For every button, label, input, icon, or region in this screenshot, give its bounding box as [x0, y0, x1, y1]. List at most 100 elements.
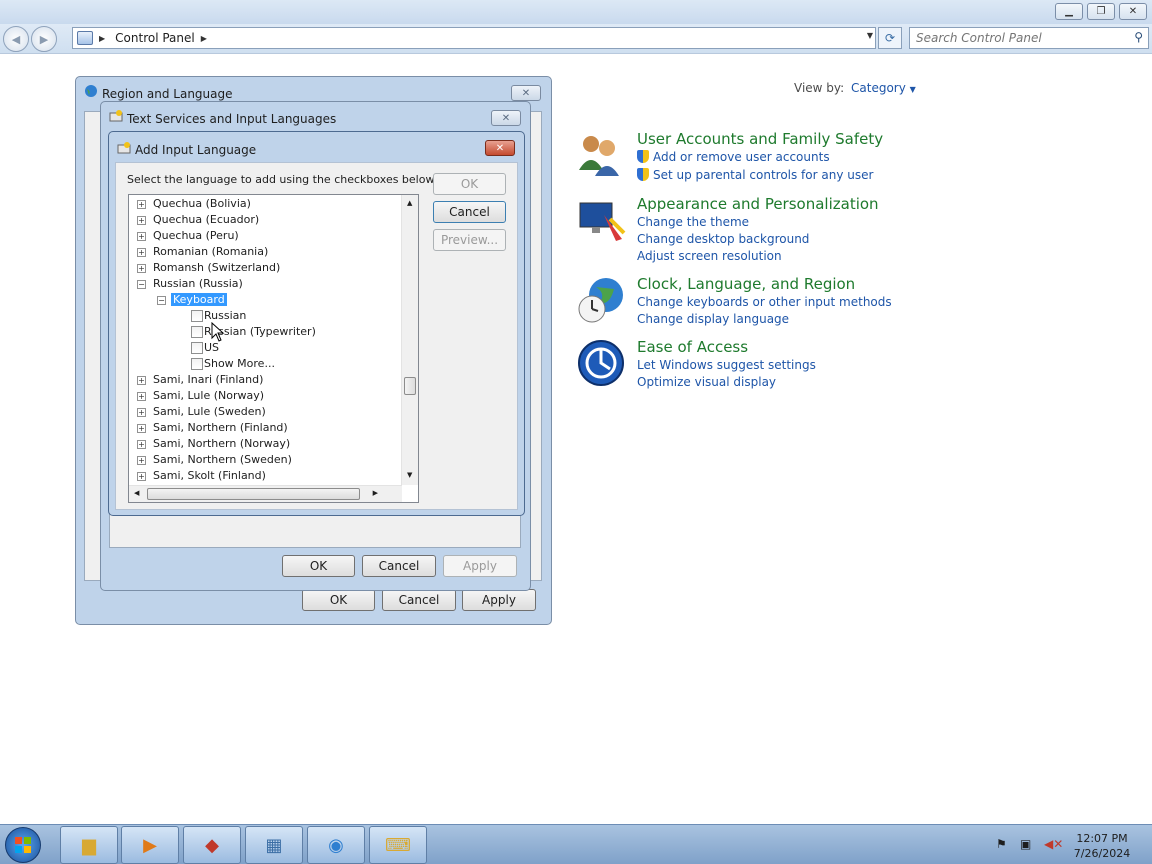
refresh-button[interactable]: ⟳ — [878, 27, 902, 49]
vertical-scrollbar[interactable]: ▲ ▼ — [401, 195, 418, 485]
tree-item[interactable]: + Sami, Lule (Norway) — [137, 388, 264, 404]
tree-item[interactable]: + Quechua (Ecuador) — [137, 212, 259, 228]
dialog-close-button[interactable]: ✕ — [485, 140, 515, 156]
scroll-down-icon[interactable]: ▼ — [407, 471, 412, 479]
expand-icon[interactable]: + — [137, 472, 146, 481]
cancel-button[interactable]: Cancel — [433, 201, 506, 223]
expand-icon[interactable]: + — [137, 424, 146, 433]
search-box[interactable]: ⚲ — [909, 27, 1149, 49]
tree-item[interactable]: + Sami, Northern (Finland) — [137, 420, 288, 436]
close-button[interactable]: ✕ — [1119, 3, 1147, 20]
language-tree[interactable]: + Quechua (Bolivia) + Quechua (Ecuador) + Q… — [128, 194, 419, 503]
tree-item[interactable]: + Romansh (Switzerland) — [137, 260, 280, 276]
apply-button[interactable]: Apply — [462, 589, 536, 611]
preview-button[interactable]: Preview... — [433, 229, 506, 251]
dialog-close-button[interactable]: ✕ — [511, 85, 541, 101]
volume-muted-icon[interactable]: ◀✕ — [1044, 837, 1063, 851]
action-center-flag-icon[interactable]: ⚑ — [996, 837, 1007, 851]
horizontal-scrollbar[interactable]: ◀ ▶ — [129, 485, 402, 502]
tree-item[interactable]: + Sami, Lule (Sweden) — [137, 404, 266, 420]
category-link[interactable]: Adjust screen resolution — [637, 249, 782, 263]
tree-item[interactable]: + Quechua (Bolivia) — [137, 196, 251, 212]
category-link[interactable]: Change keyboards or other input methods — [637, 295, 892, 309]
minimize-button[interactable]: ▁ — [1055, 3, 1083, 20]
checkbox[interactable] — [191, 358, 203, 370]
dialog-close-button[interactable]: ✕ — [491, 110, 521, 126]
tree-item[interactable]: + Quechua (Peru) — [137, 228, 239, 244]
expand-icon[interactable]: + — [137, 408, 146, 417]
address-dropdown-icon[interactable]: ▼ — [867, 31, 873, 40]
breadcrumb-arrow-icon[interactable]: ▶ — [99, 34, 105, 43]
tree-item[interactable]: + Sami, Inari (Finland) — [137, 372, 263, 388]
expand-icon[interactable]: + — [137, 392, 146, 401]
ok-button[interactable]: OK — [302, 589, 375, 611]
back-button[interactable]: ◀ — [3, 26, 29, 52]
scroll-left-icon[interactable]: ◀ — [134, 489, 139, 497]
view-by-dropdown[interactable]: Category ▼ — [851, 81, 916, 95]
address-bar[interactable]: ▶ Control Panel ▶ ▼ — [72, 27, 876, 49]
category-link[interactable]: Change the theme — [637, 215, 749, 229]
expand-icon[interactable]: + — [137, 200, 146, 209]
category-title[interactable]: User Accounts and Family Safety — [637, 130, 883, 148]
breadcrumb-control-panel[interactable]: Control Panel — [115, 31, 195, 45]
taskbar-media-player[interactable]: ▶ — [121, 826, 179, 864]
forward-button[interactable]: ▶ — [31, 26, 57, 52]
expand-icon[interactable]: + — [137, 376, 146, 385]
taskbar-explorer[interactable]: ▆ — [60, 826, 118, 864]
category-link[interactable]: Change display language — [637, 312, 789, 326]
taskbar-region-globe[interactable]: ◉ — [307, 826, 365, 864]
scroll-up-icon[interactable]: ▲ — [407, 199, 412, 207]
users-icon[interactable] — [576, 130, 626, 180]
expand-icon[interactable]: + — [137, 456, 146, 465]
checkbox[interactable] — [191, 342, 203, 354]
tree-item[interactable]: + Sami, Northern (Sweden) — [137, 452, 292, 468]
tree-item-keyboard[interactable]: − Keyboard — [157, 292, 227, 308]
expand-icon[interactable]: + — [137, 216, 146, 225]
keyboard-option[interactable]: Russian (Typewriter) — [191, 324, 316, 340]
tree-item[interactable]: + Sami, Skolt (Finland) — [137, 468, 266, 484]
checkbox[interactable] — [191, 326, 203, 338]
cancel-button[interactable]: Cancel — [362, 555, 436, 577]
scroll-right-icon[interactable]: ▶ — [373, 489, 378, 497]
globe-clock-icon[interactable] — [576, 275, 626, 325]
search-input[interactable] — [916, 31, 1126, 45]
collapse-icon[interactable]: − — [137, 280, 146, 289]
scroll-thumb[interactable] — [147, 488, 360, 500]
monitor-paint-icon[interactable] — [576, 195, 626, 245]
category-link[interactable]: Change desktop background — [637, 232, 809, 246]
taskbar-app-red[interactable]: ◆ — [183, 826, 241, 864]
category-link[interactable]: Optimize visual display — [637, 375, 776, 389]
ok-button[interactable]: OK — [433, 173, 506, 195]
apply-button[interactable]: Apply — [443, 555, 517, 577]
expand-icon[interactable]: + — [137, 264, 146, 273]
expand-icon[interactable]: + — [137, 440, 146, 449]
category-link[interactable]: Add or remove user accounts — [637, 150, 830, 164]
taskbar-control-panel[interactable]: ▦ — [245, 826, 303, 864]
network-icon[interactable]: ▣ — [1020, 837, 1031, 851]
keyboard-option[interactable]: Show More... — [191, 356, 275, 372]
category-title[interactable]: Appearance and Personalization — [637, 195, 879, 213]
category-link[interactable]: Set up parental controls for any user — [637, 168, 873, 182]
collapse-icon[interactable]: − — [157, 296, 166, 305]
category-title[interactable]: Ease of Access — [637, 338, 748, 356]
taskbar-text-services[interactable]: ⌨ — [369, 826, 427, 864]
category-title[interactable]: Clock, Language, and Region — [637, 275, 855, 293]
scroll-thumb[interactable] — [404, 377, 416, 395]
system-clock[interactable]: 12:07 PM 7/26/2024 — [1070, 831, 1134, 861]
breadcrumb-arrow-icon[interactable]: ▶ — [201, 34, 207, 43]
checkbox[interactable] — [191, 310, 203, 322]
ok-button[interactable]: OK — [282, 555, 355, 577]
tree-item[interactable]: + Romanian (Romania) — [137, 244, 268, 260]
expand-icon[interactable]: + — [137, 248, 146, 257]
keyboard-option[interactable]: US — [191, 340, 219, 356]
category-link[interactable]: Let Windows suggest settings — [637, 358, 816, 372]
restore-button[interactable]: ❐ — [1087, 3, 1115, 20]
expand-icon[interactable]: + — [137, 232, 146, 241]
tree-item[interactable]: + Sami, Northern (Norway) — [137, 436, 290, 452]
ease-of-access-icon[interactable] — [576, 338, 626, 388]
view-by-value[interactable]: Category — [851, 81, 906, 95]
start-button[interactable] — [5, 827, 41, 863]
search-icon[interactable]: ⚲ — [1134, 30, 1143, 44]
tree-item-expanded[interactable]: − Russian (Russia) — [137, 276, 243, 292]
cancel-button[interactable]: Cancel — [382, 589, 456, 611]
